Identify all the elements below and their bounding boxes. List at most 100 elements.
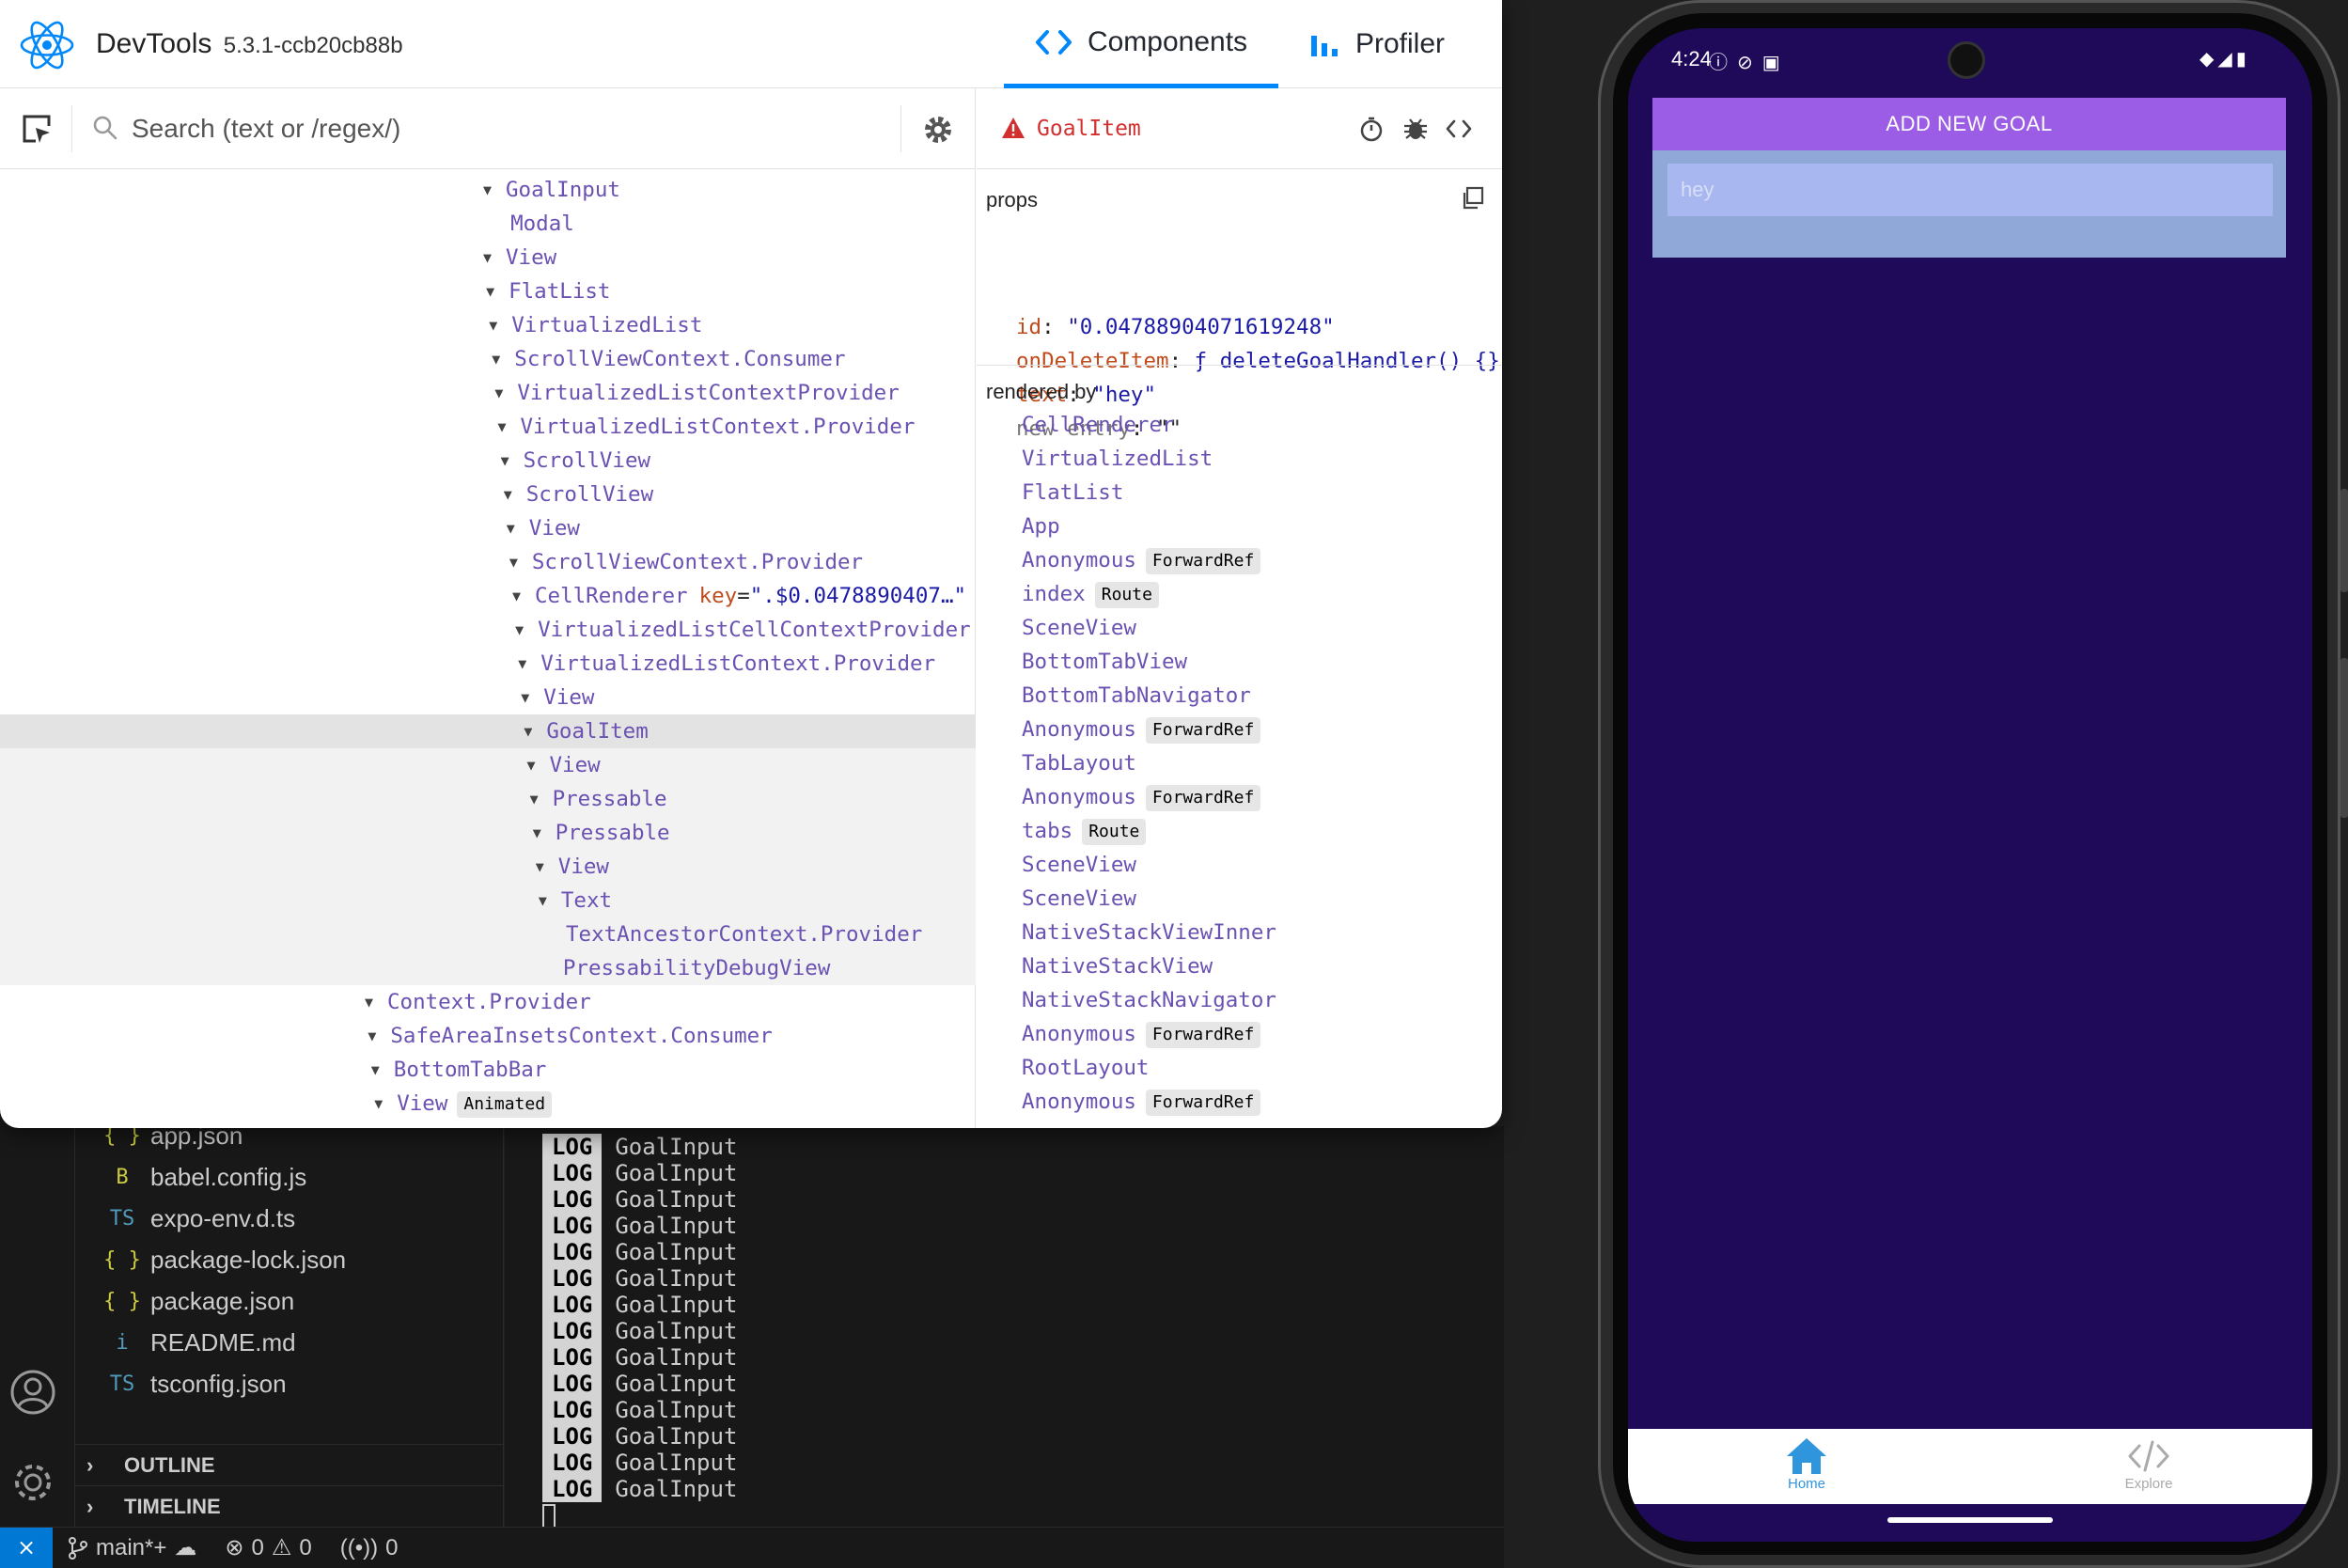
- prop-row[interactable]: onDeleteItem: ƒ deleteGoalHandler() {}: [1016, 344, 1500, 378]
- file-item[interactable]: TS tsconfig.json: [75, 1363, 504, 1404]
- accounts-icon[interactable]: [8, 1367, 58, 1418]
- component-tree[interactable]: ▼ GoalInput Modal ▼ View ▼ FlatList ▼ Virtualize…: [0, 169, 976, 1128]
- tab-components[interactable]: Components: [1004, 0, 1278, 88]
- tree-node[interactable]: ▼ View: [0, 748, 976, 782]
- owner-item[interactable]: TabLayout: [1022, 746, 1136, 780]
- view-source-icon[interactable]: [1445, 115, 1473, 143]
- file-item[interactable]: TS expo-env.d.ts: [75, 1198, 504, 1239]
- tree-node[interactable]: ▼ ScrollViewContext.Consumer: [0, 342, 976, 376]
- branch-indicator[interactable]: main*+ ☁: [68, 1534, 196, 1561]
- expand-arrow-icon[interactable]: ▼: [536, 850, 544, 884]
- tab-home[interactable]: Home: [1731, 1436, 1882, 1492]
- expand-arrow-icon[interactable]: ▼: [483, 173, 492, 207]
- owner-item[interactable]: NativeStackView: [1022, 949, 1213, 983]
- expand-arrow-icon[interactable]: ▼: [365, 985, 373, 1019]
- remote-indicator-button[interactable]: ⨯: [0, 1527, 53, 1568]
- owner-item[interactable]: SceneView: [1022, 882, 1136, 916]
- expand-arrow-icon[interactable]: ▼: [515, 613, 524, 647]
- expand-arrow-icon[interactable]: ▼: [539, 884, 547, 917]
- owner-item[interactable]: NativeStackViewInner: [1022, 916, 1276, 949]
- expand-arrow-icon[interactable]: ▼: [378, 1121, 386, 1128]
- tree-node[interactable]: ▼ VirtualizedListContextProvider: [0, 376, 976, 410]
- expand-arrow-icon[interactable]: ▼: [518, 647, 526, 681]
- owner-item[interactable]: App: [1022, 510, 1060, 543]
- expand-arrow-icon[interactable]: ▼: [530, 782, 539, 816]
- owner-item[interactable]: FlatList: [1022, 476, 1123, 510]
- terminal-panel[interactable]: LOG GoalInput LOG GoalInput LOG GoalInput LOG G…: [505, 1126, 1504, 1529]
- expand-arrow-icon[interactable]: ▼: [504, 478, 512, 511]
- expand-arrow-icon[interactable]: ▼: [486, 274, 494, 308]
- owner-item[interactable]: CellRenderer: [1022, 408, 1175, 442]
- expand-arrow-icon[interactable]: ▼: [483, 241, 492, 274]
- tree-node[interactable]: ▼ GoalItem: [0, 714, 976, 748]
- tree-node[interactable]: ▼ Pressable: [0, 782, 976, 816]
- prop-value[interactable]: "hey": [1092, 383, 1156, 407]
- home-indicator[interactable]: [1887, 1517, 2053, 1523]
- expand-arrow-icon[interactable]: ▼: [374, 1087, 383, 1121]
- tree-node[interactable]: ▼ ScrollView: [0, 478, 976, 511]
- tree-node[interactable]: ▼ VirtualizedList: [0, 308, 976, 342]
- tree-node[interactable]: ▼ VirtualizedListCellContextProvider: [0, 613, 976, 647]
- tree-node[interactable]: ▼ Text: [0, 884, 976, 917]
- gear-icon[interactable]: [8, 1457, 58, 1508]
- tree-node[interactable]: ▼ BottomTabBar: [0, 1053, 976, 1087]
- tree-node[interactable]: ▼ ScrollViewContext.Provider: [0, 545, 976, 579]
- tree-node[interactable]: ▼ Pressable: [0, 816, 976, 850]
- tree-node[interactable]: Modal: [0, 207, 976, 241]
- tab-explore[interactable]: Explore: [2074, 1436, 2224, 1492]
- tab-profiler[interactable]: Profiler: [1308, 0, 1478, 88]
- explorer-section-timeline[interactable]: › TIMELINE: [75, 1485, 504, 1527]
- expand-arrow-icon[interactable]: ▼: [501, 444, 509, 478]
- file-item[interactable]: Bbabel.config.js: [75, 1156, 504, 1198]
- expand-arrow-icon[interactable]: ▼: [527, 748, 536, 782]
- owner-item[interactable]: Anonymous ForwardRef: [1022, 713, 1261, 746]
- owner-item[interactable]: BottomTabView: [1022, 645, 1187, 679]
- search-input[interactable]: [132, 107, 884, 150]
- tree-node[interactable]: ▼ View: [0, 241, 976, 274]
- file-item[interactable]: { } package.json: [75, 1280, 504, 1322]
- add-new-goal-button[interactable]: ADD NEW GOAL: [1652, 98, 2286, 150]
- tree-node[interactable]: ▼ View Animated: [0, 1087, 976, 1121]
- tree-node[interactable]: ▼ View: [0, 850, 976, 884]
- expand-arrow-icon[interactable]: ▼: [498, 410, 507, 444]
- expand-arrow-icon[interactable]: ▼: [512, 579, 521, 613]
- goal-item[interactable]: hey: [1667, 164, 2273, 216]
- tree-node[interactable]: ▼ View: [0, 681, 976, 714]
- owner-item[interactable]: index Route: [1022, 577, 1159, 611]
- tree-node[interactable]: ▼ CellRenderer key=".$0.0478890407…": [0, 579, 976, 613]
- tree-node[interactable]: ▼ View: [0, 1121, 976, 1128]
- tree-node[interactable]: ▼ View: [0, 511, 976, 545]
- gear-icon[interactable]: [923, 115, 953, 145]
- problems-indicator[interactable]: ⊗ 0 ⚠ 0: [225, 1534, 311, 1561]
- expand-arrow-icon[interactable]: ▼: [489, 308, 497, 342]
- prop-value[interactable]: "0.04788904071619248": [1067, 315, 1334, 339]
- ports-indicator[interactable]: ((•)) 0: [340, 1535, 399, 1561]
- tree-node[interactable]: ▼ SafeAreaInsetsContext.Consumer: [0, 1019, 976, 1053]
- owner-item[interactable]: SceneView: [1022, 848, 1136, 882]
- owner-item[interactable]: VirtualizedList: [1022, 442, 1213, 476]
- tree-node[interactable]: ▼ Context.Provider: [0, 985, 976, 1019]
- stopwatch-icon[interactable]: [1357, 115, 1385, 143]
- tree-node[interactable]: ▼ GoalInput: [0, 173, 976, 207]
- tree-node[interactable]: PressabilityDebugView: [0, 951, 976, 985]
- tree-node[interactable]: ▼ VirtualizedListContext.Provider: [0, 410, 976, 444]
- tree-node[interactable]: ▼ ScrollView: [0, 444, 976, 478]
- file-item[interactable]: i README.md: [75, 1322, 504, 1363]
- expand-arrow-icon[interactable]: ▼: [494, 376, 503, 410]
- expand-arrow-icon[interactable]: ▼: [492, 342, 500, 376]
- bug-icon[interactable]: [1401, 115, 1430, 143]
- inspect-element-icon[interactable]: [21, 113, 53, 145]
- explorer-section-outline[interactable]: › OUTLINE: [75, 1444, 504, 1485]
- owner-item[interactable]: tabs Route: [1022, 814, 1147, 848]
- tree-node[interactable]: ▼ VirtualizedListContext.Provider: [0, 647, 976, 681]
- tree-node[interactable]: TextAncestorContext.Provider: [0, 917, 976, 951]
- owner-item[interactable]: Anonymous ForwardRef: [1022, 780, 1261, 814]
- owner-item[interactable]: NativeStackNavigator: [1022, 983, 1276, 1017]
- expand-arrow-icon[interactable]: ▼: [368, 1019, 376, 1053]
- owner-item[interactable]: Anonymous ForwardRef: [1022, 1017, 1261, 1051]
- owner-item[interactable]: BottomTabNavigator: [1022, 679, 1251, 713]
- expand-arrow-icon[interactable]: ▼: [509, 545, 518, 579]
- copy-icon[interactable]: [1460, 186, 1484, 211]
- expand-arrow-icon[interactable]: ▼: [521, 681, 529, 714]
- expand-arrow-icon[interactable]: ▼: [524, 714, 532, 748]
